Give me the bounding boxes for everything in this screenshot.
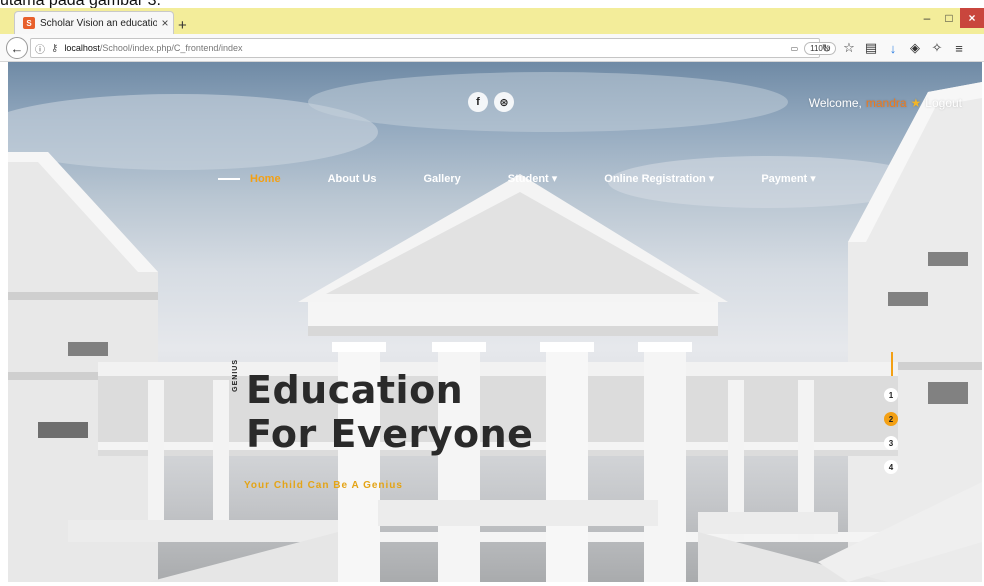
user-welcome: Welcome, mandra ★ Logout — [809, 96, 962, 110]
welcome-text: Welcome, — [808, 96, 862, 110]
dribbble-icon[interactable]: ⊛ — [494, 92, 514, 112]
zoom-level-button[interactable]: 110% — [804, 42, 836, 55]
address-bar[interactable]: ⓘ ⚷ localhost/School/index.php/C_fronten… — [30, 38, 820, 58]
social-links: f ⊛ — [468, 92, 514, 112]
url-host: localhost — [64, 43, 100, 53]
info-icon[interactable]: ⓘ — [35, 41, 45, 56]
slide-dot-2[interactable]: 2 — [884, 412, 898, 426]
window-close-button[interactable]: × — [960, 8, 984, 28]
nav-gallery[interactable]: Gallery — [423, 173, 460, 185]
url-path: /School/index.php/C_frontend/index — [99, 43, 243, 53]
nav-home[interactable]: Home — [250, 173, 281, 185]
headline-line-1: Education — [246, 368, 464, 412]
pocket-icon[interactable]: ◈ — [906, 39, 924, 57]
main-navigation: Home About Us Gallery Student ▾ Online R… — [218, 172, 863, 185]
nav-student[interactable]: Student ▾ — [508, 172, 558, 185]
minimize-button[interactable]: – — [916, 8, 938, 28]
headline-line-2: For Everyone — [246, 412, 534, 456]
slide-dot-3[interactable]: 3 — [884, 436, 898, 450]
logout-link[interactable]: Logout — [925, 96, 962, 110]
hero-section: f ⊛ Welcome, mandra ★ Logout Home About … — [8, 62, 982, 582]
facebook-icon[interactable]: f — [468, 92, 488, 112]
site-favicon-icon: S — [23, 17, 35, 29]
slide-dot-4[interactable]: 4 — [884, 460, 898, 474]
hero-headline: Education For Everyone — [246, 368, 533, 456]
username: mandra — [865, 96, 907, 110]
browser-navigation-bar: ← ⓘ ⚷ localhost/School/index.php/C_front… — [0, 34, 984, 62]
nav-online-registration[interactable]: Online Registration ▾ — [604, 172, 714, 185]
bookmark-star-icon[interactable]: ☆ — [840, 39, 858, 57]
browser-toolbar: ☆ ▤ ↓ ◈ ✧ ≡ — [840, 39, 968, 57]
back-arrow-icon[interactable]: ← — [6, 37, 28, 59]
extension-icon[interactable]: ✧ — [928, 39, 946, 57]
star-icon: ★ — [910, 96, 922, 110]
reload-icon[interactable]: ↻ — [822, 42, 831, 55]
pager-line — [891, 352, 893, 376]
hamburger-menu-icon[interactable]: ≡ — [950, 39, 968, 57]
browser-tab[interactable]: S Scholar Vision an education × — [14, 11, 174, 34]
reader-view-icon[interactable]: ▭ — [791, 44, 799, 53]
bookmarks-list-icon[interactable]: ▤ — [862, 39, 880, 57]
nav-about-us[interactable]: About Us — [328, 173, 377, 185]
nav-payment[interactable]: Payment ▾ — [761, 172, 815, 185]
active-indicator — [218, 177, 240, 180]
building-illustration — [8, 72, 982, 582]
document-caption: utama pada gambar 3. — [0, 0, 161, 9]
key-icon: ⚷ — [51, 42, 59, 54]
download-icon[interactable]: ↓ — [884, 39, 902, 57]
window-controls: – □ × — [916, 8, 984, 28]
tab-title: Scholar Vision an education — [40, 17, 157, 29]
maximize-button[interactable]: □ — [938, 8, 960, 28]
tab-close-icon[interactable]: × — [157, 16, 173, 30]
vertical-label: GENIUS — [232, 359, 239, 392]
slide-dot-1[interactable]: 1 — [884, 388, 898, 402]
new-tab-button[interactable]: + — [178, 17, 187, 34]
browser-tab-bar: S Scholar Vision an education × + — [0, 8, 984, 34]
hero-tagline: Your Child Can Be A Genius — [244, 480, 403, 491]
